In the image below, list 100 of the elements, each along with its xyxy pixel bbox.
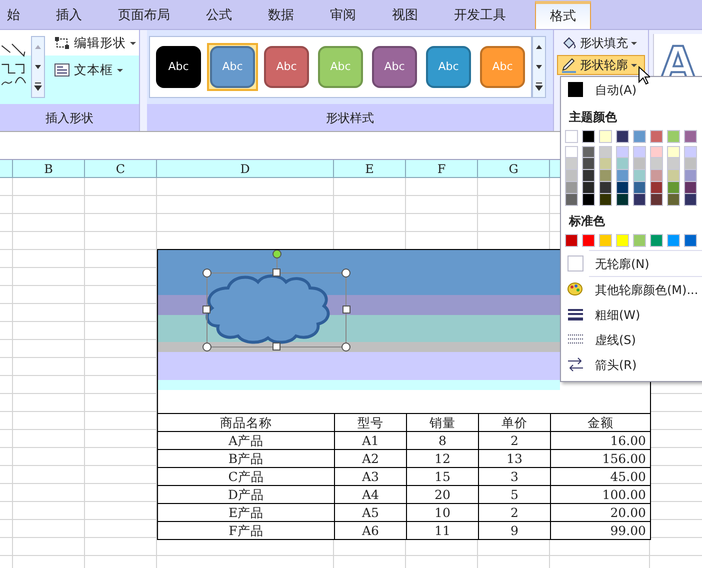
color-swatch[interactable] <box>582 130 595 143</box>
color-swatch[interactable] <box>565 146 578 158</box>
shape-tool-button[interactable]: 编辑形状 <box>51 33 139 54</box>
column-heading: 单价 <box>478 414 550 432</box>
table-cell: 12 <box>406 450 478 468</box>
color-swatch[interactable] <box>599 170 612 182</box>
color-swatch[interactable] <box>582 170 595 182</box>
color-swatch[interactable] <box>650 130 663 143</box>
color-swatch[interactable] <box>599 146 612 158</box>
color-swatch[interactable] <box>633 194 646 206</box>
ribbon-tab[interactable]: 审阅 <box>315 1 371 29</box>
caret-icon <box>631 64 637 66</box>
ribbon-tab[interactable]: 开发工具 <box>439 1 521 29</box>
color-swatch[interactable] <box>616 234 629 247</box>
table-cell: 5 <box>478 486 550 504</box>
shape-tool-button[interactable]: 文本框 <box>51 60 139 80</box>
color-swatch[interactable] <box>684 234 697 247</box>
empty-swatch-icon <box>566 255 584 272</box>
table-cell: B产品 <box>158 450 334 468</box>
color-swatch[interactable] <box>582 146 595 158</box>
color-swatch[interactable] <box>599 182 612 194</box>
color-swatch[interactable] <box>667 182 680 194</box>
color-swatch[interactable] <box>667 158 680 170</box>
color-swatch[interactable] <box>565 182 578 194</box>
color-swatch[interactable] <box>582 234 595 247</box>
color-swatch[interactable] <box>616 194 629 206</box>
color-swatch[interactable] <box>667 146 680 158</box>
ribbon-tab[interactable]: 插入 <box>41 1 97 29</box>
color-swatch[interactable] <box>582 194 595 206</box>
color-swatch[interactable] <box>616 182 629 194</box>
column-header[interactable]: C <box>85 160 157 177</box>
color-swatch[interactable] <box>667 170 680 182</box>
menu-item[interactable]: 粗细(W) <box>561 302 702 327</box>
column-header[interactable]: B <box>13 160 85 177</box>
color-swatch[interactable] <box>667 130 680 143</box>
color-swatch[interactable] <box>565 158 578 170</box>
color-swatch[interactable] <box>616 130 629 143</box>
color-swatch[interactable] <box>582 182 595 194</box>
color-swatch[interactable] <box>633 182 646 194</box>
column-header[interactable]: D <box>157 160 334 177</box>
ribbon-tab[interactable]: 公式 <box>191 1 247 29</box>
color-swatch[interactable] <box>616 146 629 158</box>
section-heading: 标准色 <box>568 213 606 230</box>
format-button[interactable]: 形状填充 <box>557 33 645 53</box>
color-swatch[interactable] <box>599 130 612 143</box>
group-label: 形状样式 <box>147 104 553 131</box>
color-swatch[interactable] <box>633 146 646 158</box>
table-cell: 3 <box>478 468 550 486</box>
menu-item[interactable]: 无轮廓(N) <box>561 251 702 276</box>
color-swatch[interactable] <box>633 130 646 143</box>
color-swatch[interactable] <box>633 158 646 170</box>
color-swatch[interactable] <box>650 234 663 247</box>
ribbon-tab[interactable]: 页面布局 <box>103 1 185 29</box>
color-swatch[interactable] <box>650 194 663 206</box>
menu-item[interactable]: 自动(A) <box>561 77 702 102</box>
format-button[interactable]: 形状轮廓 <box>557 55 645 75</box>
ribbon-tab[interactable]: 视图 <box>377 1 433 29</box>
color-swatch[interactable] <box>565 194 578 206</box>
table-cell: 16.00 <box>550 432 650 450</box>
color-swatch[interactable] <box>565 234 578 247</box>
color-swatch[interactable] <box>633 234 646 247</box>
color-swatch[interactable] <box>684 130 697 143</box>
color-swatch[interactable] <box>599 194 612 206</box>
color-swatch[interactable] <box>650 158 663 170</box>
column-header[interactable]: G <box>478 160 550 177</box>
selection-handles-drawing[interactable] <box>202 250 350 352</box>
group-label: 插入形状 <box>0 104 139 131</box>
column-header[interactable]: E <box>334 160 406 177</box>
color-swatch[interactable] <box>684 146 697 158</box>
color-swatch[interactable] <box>650 170 663 182</box>
color-swatch[interactable] <box>667 194 680 206</box>
color-swatch[interactable] <box>565 170 578 182</box>
color-swatch[interactable] <box>582 158 595 170</box>
color-swatch[interactable] <box>667 234 680 247</box>
color-swatch[interactable] <box>599 158 612 170</box>
color-swatch[interactable] <box>684 194 697 206</box>
color-swatch[interactable] <box>684 158 697 170</box>
menu-item[interactable]: 虚线(S) <box>561 327 702 352</box>
color-swatch[interactable] <box>599 234 612 247</box>
style-swatch-option[interactable]: Abc <box>153 43 204 91</box>
style-swatch-option[interactable]: Abc <box>261 43 312 91</box>
color-swatch[interactable] <box>633 170 646 182</box>
ribbon-tab[interactable]: 始 <box>0 1 35 29</box>
column-heading: 销量 <box>406 414 478 432</box>
cloud-shape[interactable] <box>206 274 330 344</box>
ribbon-tab[interactable]: 格式 <box>535 1 591 29</box>
color-swatch[interactable] <box>616 158 629 170</box>
table-cell: A4 <box>334 486 406 504</box>
color-swatch[interactable] <box>565 130 578 143</box>
menu-item[interactable]: 其他轮廓颜色(M)... <box>561 277 702 302</box>
style-swatch-option[interactable]: Abc <box>369 43 420 91</box>
menu-item[interactable]: 箭头(R) <box>561 352 702 377</box>
color-swatch[interactable] <box>650 146 663 158</box>
color-swatch[interactable] <box>684 182 697 194</box>
color-swatch[interactable] <box>616 170 629 182</box>
color-swatch[interactable] <box>684 170 697 182</box>
ribbon-tab[interactable]: 数据 <box>253 1 309 29</box>
color-swatch[interactable] <box>650 182 663 194</box>
caret-icon <box>117 68 123 72</box>
column-header[interactable]: F <box>406 160 478 177</box>
